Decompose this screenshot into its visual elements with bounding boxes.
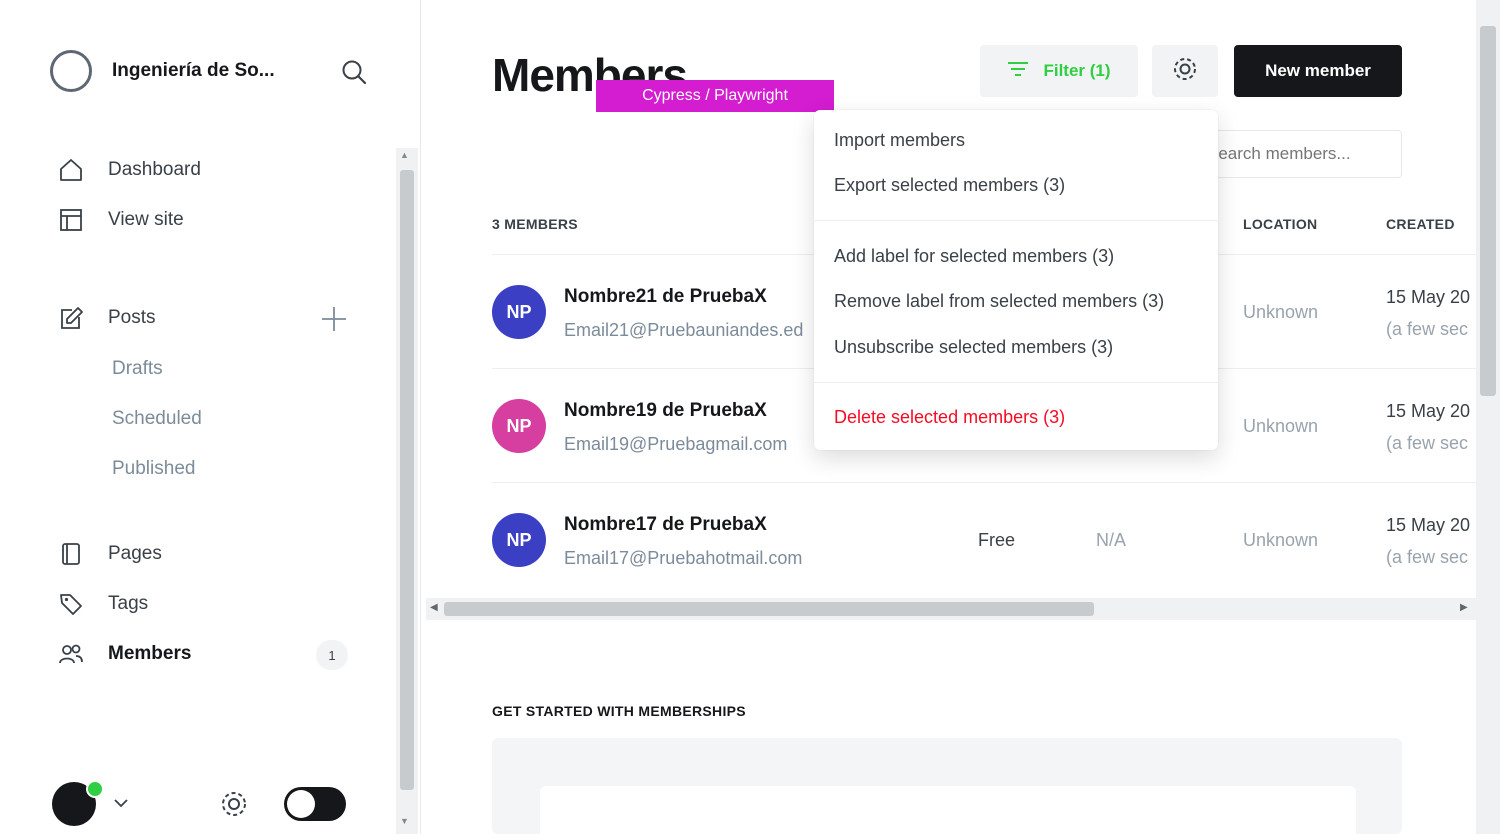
page-vertical-scrollbar[interactable] — [1476, 0, 1500, 834]
member-created: 15 May 20 — [1386, 515, 1471, 535]
filter-button-label: Filter (1) — [1043, 61, 1111, 80]
settings-gear-icon[interactable] — [218, 788, 250, 820]
get-started-inner-card — [540, 786, 1356, 834]
member-email: Email19@Pruebagmail.com — [564, 434, 788, 454]
menu-divider — [814, 382, 1218, 383]
member-created: 15 May 20 — [1386, 287, 1471, 307]
new-member-button[interactable]: New member — [1234, 45, 1402, 97]
sidebar-scrollbar-thumb[interactable] — [400, 170, 414, 790]
scroll-right-icon[interactable]: ▶ — [1460, 602, 1468, 613]
search-members-input[interactable] — [1196, 130, 1402, 178]
member-open-rate: N/A — [1096, 530, 1127, 550]
nav-tags[interactable]: Tags — [58, 590, 148, 618]
pages-icon — [58, 541, 84, 567]
nav-view-site-label: View site — [108, 209, 184, 230]
nav-posts[interactable]: Posts — [58, 304, 156, 332]
sidebar-scrollbar[interactable]: ▲ ▼ — [396, 148, 418, 834]
unsubscribe-members-item[interactable]: Unsubscribe selected members (3) — [834, 337, 1113, 358]
members-actions-dropdown: Import members Export selected members (… — [814, 110, 1218, 450]
nav-posts-label: Posts — [108, 307, 156, 328]
divider — [492, 482, 1476, 483]
nav-view-site[interactable]: View site — [58, 206, 184, 234]
nav-pages-label: Pages — [108, 543, 162, 564]
nav-dashboard[interactable]: Dashboard — [58, 156, 201, 184]
nav-pages[interactable]: Pages — [58, 540, 162, 568]
nav-members[interactable]: Members — [58, 640, 191, 668]
search-icon[interactable] — [340, 58, 368, 86]
member-created-relative: (a few sec — [1386, 433, 1469, 453]
member-name[interactable]: Nombre21 de PruebaX — [564, 286, 767, 308]
online-status-icon — [86, 780, 104, 798]
members-count-badge: 1 — [316, 640, 348, 670]
member-email: Email17@Pruebahotmail.com — [564, 548, 803, 568]
export-members-item[interactable]: Export selected members (3) — [834, 175, 1065, 196]
delete-members-item[interactable]: Delete selected members (3) — [834, 407, 1065, 428]
filter-icon — [1007, 60, 1029, 83]
horizontal-scrollbar-thumb[interactable] — [444, 602, 1094, 616]
member-name[interactable]: Nombre19 de PruebaX — [564, 400, 767, 422]
page-scrollbar-thumb[interactable] — [1480, 26, 1496, 396]
member-avatar[interactable]: NP — [492, 285, 546, 339]
scroll-down-icon[interactable]: ▼ — [400, 816, 409, 826]
site-name[interactable]: Ingeniería de So... — [112, 60, 275, 82]
table-horizontal-scrollbar[interactable]: ◀ ▶ — [426, 598, 1476, 620]
nav-members-label: Members — [108, 643, 192, 664]
home-icon — [58, 157, 84, 183]
member-avatar[interactable]: NP — [492, 513, 546, 567]
toggle-knob — [287, 790, 315, 818]
tag-icon — [58, 591, 84, 617]
dark-mode-toggle[interactable] — [284, 787, 346, 821]
member-location: Unknown — [1243, 530, 1319, 550]
filter-button[interactable]: Filter (1) — [980, 45, 1138, 97]
site-logo[interactable] — [50, 50, 92, 92]
actions-settings-button[interactable] — [1152, 45, 1218, 97]
gear-icon — [1171, 55, 1199, 88]
browser-icon — [58, 207, 84, 233]
username-overlay-tag: Cypress / Playwright — [596, 80, 834, 112]
column-created-header[interactable]: CREATED — [1386, 216, 1455, 232]
member-created-relative: (a few sec — [1386, 319, 1469, 339]
remove-label-item[interactable]: Remove label from selected members (3) — [834, 291, 1164, 312]
member-location: Unknown — [1243, 302, 1319, 322]
menu-divider — [814, 220, 1218, 221]
nav-scheduled[interactable]: Scheduled — [112, 408, 202, 430]
member-created-relative: (a few sec — [1386, 547, 1469, 567]
member-name[interactable]: Nombre17 de PruebaX — [564, 514, 767, 536]
scroll-left-icon[interactable]: ◀ — [430, 602, 438, 613]
member-status: Free — [978, 530, 1016, 550]
nav-drafts[interactable]: Drafts — [112, 358, 163, 380]
import-members-item[interactable]: Import members — [834, 130, 965, 151]
member-location: Unknown — [1243, 416, 1319, 436]
column-location-header[interactable]: LOCATION — [1243, 216, 1317, 232]
nav-tags-label: Tags — [108, 593, 149, 614]
edit-icon — [58, 305, 84, 331]
new-post-plus-icon[interactable] — [320, 305, 348, 333]
member-avatar[interactable]: NP — [492, 399, 546, 453]
nav-dashboard-label: Dashboard — [108, 159, 201, 180]
sidebar: Ingeniería de So... Dashboard View site … — [0, 0, 421, 834]
add-label-item[interactable]: Add label for selected members (3) — [834, 246, 1114, 267]
nav-published[interactable]: Published — [112, 458, 195, 480]
chevron-down-icon[interactable] — [112, 794, 130, 812]
member-email: Email21@Pruebauniandes.ed — [564, 320, 804, 340]
scroll-up-icon[interactable]: ▲ — [400, 150, 409, 160]
members-icon — [58, 641, 84, 667]
members-count-header: 3 MEMBERS — [492, 216, 578, 232]
member-created: 15 May 20 — [1386, 401, 1471, 421]
get-started-title: GET STARTED WITH MEMBERSHIPS — [492, 703, 746, 719]
